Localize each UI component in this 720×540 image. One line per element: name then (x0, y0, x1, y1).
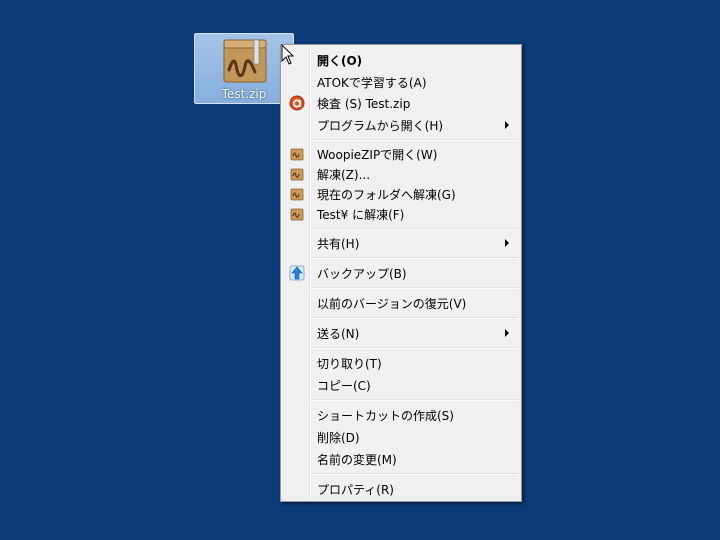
menu-item-share[interactable]: 共有(H) (283, 232, 519, 252)
menu-separator (311, 399, 518, 401)
menu-item-label: 共有(H) (317, 237, 360, 251)
submenu-arrow-icon (505, 239, 509, 247)
menu-item-open-with[interactable]: プログラムから開く(H) (283, 114, 519, 134)
menu-separator (311, 473, 518, 475)
menu-item-label: プロパティ(R) (317, 483, 394, 497)
menu-item-label: 削除(D) (317, 431, 360, 445)
menu-item-woopiezip-open[interactable]: WoopieZIPで開く(W) (283, 143, 519, 163)
menu-separator (311, 228, 518, 230)
menu-item-delete[interactable]: 削除(D) (283, 426, 519, 446)
menu-item-rename[interactable]: 名前の変更(M) (283, 448, 519, 468)
menu-item-label: Test¥ に解凍(F) (317, 208, 405, 222)
menu-item-extract-here[interactable]: 現在のフォルダへ解凍(G) (283, 183, 519, 203)
menu-item-extract[interactable]: 解凍(Z)... (283, 163, 519, 183)
woopiezip-icon (290, 168, 304, 181)
menu-item-label: 以前のバージョンの復元(V) (317, 297, 467, 311)
backup-upload-icon (289, 265, 305, 281)
menu-item-atok-learn[interactable]: ATOKで学習する(A) (283, 71, 519, 91)
menu-item-label: 送る(N) (317, 327, 360, 341)
woopiezip-icon (290, 148, 304, 161)
menu-item-label: ショートカットの作成(S) (317, 409, 454, 423)
menu-separator (311, 287, 518, 289)
desktop: { "desktop": { "background_color": "#0b3… (0, 0, 720, 540)
menu-item-extract-to-folder[interactable]: Test¥ に解凍(F) (283, 203, 519, 223)
menu-item-properties[interactable]: プロパティ(R) (283, 478, 519, 498)
desktop-icon-test-zip[interactable]: Test.zip (194, 33, 294, 104)
menu-item-scan[interactable]: 検査 (S) Test.zip (283, 92, 519, 112)
menu-separator (311, 139, 518, 141)
menu-item-label: WoopieZIPで開く(W) (317, 148, 438, 162)
context-menu: 開く(O) ATOKで学習する(A) 検査 (S) Test.zip プログラム… (280, 44, 522, 502)
menu-item-send-to[interactable]: 送る(N) (283, 322, 519, 342)
menu-item-label: 切り取り(T) (317, 357, 382, 371)
zip-archive-icon (223, 39, 267, 83)
menu-item-open[interactable]: 開く(O) (283, 49, 519, 69)
menu-item-label: 現在のフォルダへ解凍(G) (317, 188, 456, 202)
submenu-arrow-icon (505, 329, 509, 337)
menu-item-label: 検査 (S) Test.zip (317, 97, 411, 111)
menu-item-create-shortcut[interactable]: ショートカットの作成(S) (283, 404, 519, 424)
menu-item-label: コピー(C) (317, 379, 371, 393)
menu-item-label: 解凍(Z)... (317, 168, 371, 182)
menu-item-label: ATOKで学習する(A) (317, 76, 427, 90)
menu-item-label: バックアップ(B) (317, 267, 407, 281)
menu-separator (311, 347, 518, 349)
desktop-icon-label: Test.zip (221, 87, 267, 101)
menu-item-cut[interactable]: 切り取り(T) (283, 352, 519, 372)
woopiezip-icon (290, 188, 304, 201)
menu-item-backup[interactable]: バックアップ(B) (283, 262, 519, 282)
submenu-arrow-icon (505, 121, 509, 129)
menu-item-label: 開く(O) (317, 54, 363, 68)
menu-separator (311, 257, 518, 259)
menu-item-copy[interactable]: コピー(C) (283, 374, 519, 394)
menu-item-restore-previous[interactable]: 以前のバージョンの復元(V) (283, 292, 519, 312)
mouse-pointer-icon (281, 44, 295, 65)
antivirus-scan-icon (289, 95, 305, 111)
woopiezip-icon (290, 208, 304, 221)
menu-item-label: プログラムから開く(H) (317, 119, 444, 133)
menu-item-label: 名前の変更(M) (317, 453, 397, 467)
menu-separator (311, 317, 518, 319)
